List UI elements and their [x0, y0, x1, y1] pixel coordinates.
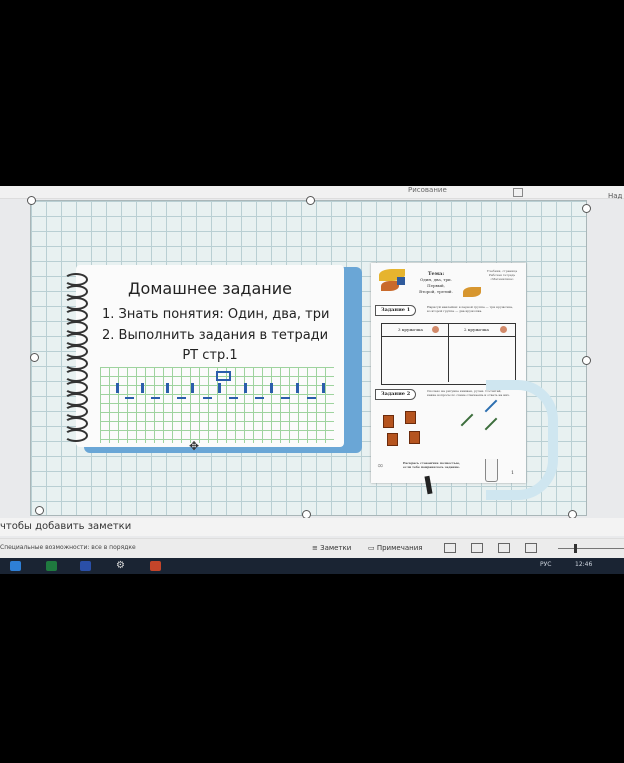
decorative-arc	[486, 380, 558, 500]
notes-placeholder: чтобы добавить заметки	[0, 521, 132, 532]
telegram-icon[interactable]	[10, 561, 21, 571]
ribbon-tab-drawing[interactable]: Рисование	[408, 186, 447, 194]
move-cursor-icon: ✥	[189, 439, 200, 453]
dash-mark	[125, 397, 134, 399]
dash-mark	[281, 397, 290, 399]
stick-mark	[218, 383, 221, 393]
stick-mark	[244, 383, 247, 393]
task-1-line: во второй группе — два кружочка.	[427, 309, 483, 313]
notes-pane[interactable]: чтобы добавить заметки	[0, 518, 624, 536]
resize-handle[interactable]	[35, 506, 44, 515]
task-2-badge: Задание 2	[375, 389, 417, 400]
stick-mark	[191, 383, 194, 393]
reading-view-icon[interactable]	[498, 543, 510, 553]
pen-icon	[460, 413, 474, 427]
homework-title: Домашнее задание	[128, 279, 292, 298]
stick-mark	[141, 383, 144, 393]
table-header-row: 3 кружочка 2 кружочка	[382, 324, 515, 337]
board-icon	[397, 277, 405, 285]
stick-mark	[296, 383, 299, 393]
dash-mark	[307, 397, 316, 399]
resize-handle[interactable]	[27, 196, 36, 205]
resize-handle[interactable]	[306, 196, 315, 205]
dash-mark	[255, 397, 264, 399]
stick-mark	[166, 383, 169, 393]
stick-mark	[270, 383, 273, 393]
spiral-ring-icon	[64, 429, 88, 442]
circle-sticker-icon	[432, 326, 439, 333]
clock[interactable]: 12:46	[575, 561, 592, 568]
accessibility-status[interactable]: Специальные возможности: все в порядке	[0, 544, 136, 551]
powerpoint-icon[interactable]	[150, 561, 161, 571]
slideshow-icon[interactable]	[525, 543, 537, 553]
excel-icon[interactable]	[46, 561, 57, 571]
windows-taskbar: ⚙ РУС 12:46	[0, 558, 624, 574]
language-indicator[interactable]: РУС	[540, 561, 551, 568]
col2-header: 2 кружочка	[464, 327, 489, 332]
powerpoint-window: Рисование Над Домашнее задание 1. Знать …	[0, 186, 624, 574]
book-icon	[383, 415, 394, 428]
zoom-app-icon[interactable]	[80, 561, 91, 571]
copybook-grid	[100, 367, 334, 443]
dash-mark	[229, 397, 238, 399]
glasses-icon: ∞	[377, 461, 384, 470]
worksheet-topic-line: Второй, третий.	[419, 289, 453, 294]
corner-line: «Математика»	[490, 277, 514, 281]
homework-item-3: РТ стр.1	[182, 348, 238, 363]
zoom-slider[interactable]	[558, 548, 624, 549]
homework-notebook[interactable]: Домашнее задание 1. Знать понятия: Один,…	[64, 265, 362, 453]
worksheet-table: 3 кружочка 2 кружочка	[381, 323, 516, 385]
circle-sticker-icon	[500, 326, 507, 333]
stick-mark	[322, 383, 325, 393]
comments-button[interactable]: ▭ Примечания	[368, 544, 422, 552]
settings-icon[interactable]: ⚙	[116, 561, 127, 571]
worksheet-topic: Тема: Один, два, три. Первый, Второй, тр…	[411, 271, 461, 295]
autumn-leaf-icon	[463, 287, 481, 297]
worksheet-corner-note: Учебник, страница Рабочая тетрадь «Матем…	[483, 269, 521, 281]
ribbon-right-label[interactable]: Над	[608, 192, 622, 200]
task-1-badge: Задание 1	[375, 305, 417, 316]
notes-button[interactable]: ≡ Заметки	[312, 544, 351, 552]
book-icon	[405, 411, 416, 424]
dash-mark	[151, 397, 160, 399]
notes-button-label: Заметки	[320, 544, 352, 552]
homework-item-1: 1. Знать понятия: Один, два, три	[102, 307, 330, 322]
book-icon	[387, 433, 398, 446]
homework-item-2: 2. Выполнить задания в тетради	[102, 328, 329, 343]
resize-handle[interactable]	[30, 353, 39, 362]
worksheet-topic-line: Один, два, три. Первый,	[420, 277, 452, 288]
dash-mark	[177, 397, 186, 399]
slide-sorter-icon[interactable]	[471, 543, 483, 553]
status-bar: Специальные возможности: все в порядке ≡…	[0, 538, 624, 559]
task-1-text: Нарисуй наклейки: в первой группе — три …	[427, 305, 519, 313]
resize-handle[interactable]	[582, 204, 591, 213]
resize-handle[interactable]	[582, 356, 591, 365]
zoom-slider-knob[interactable]	[574, 544, 577, 553]
book-icon	[409, 431, 420, 444]
dash-mark	[203, 397, 212, 399]
bottom-line: если тебе понравилось задание.	[403, 465, 460, 469]
square-mark	[216, 371, 231, 381]
normal-view-icon[interactable]	[444, 543, 456, 553]
stick-mark	[116, 383, 119, 393]
notebook-page: Домашнее задание 1. Знать понятия: Один,…	[64, 265, 344, 447]
ribbon-launcher-icon[interactable]	[513, 188, 523, 197]
bottom-instruction: Раскрась стаканчик полностью, если тебе …	[403, 461, 479, 469]
comments-button-label: Примечания	[376, 544, 423, 552]
col1-header: 3 кружочка	[398, 327, 423, 332]
